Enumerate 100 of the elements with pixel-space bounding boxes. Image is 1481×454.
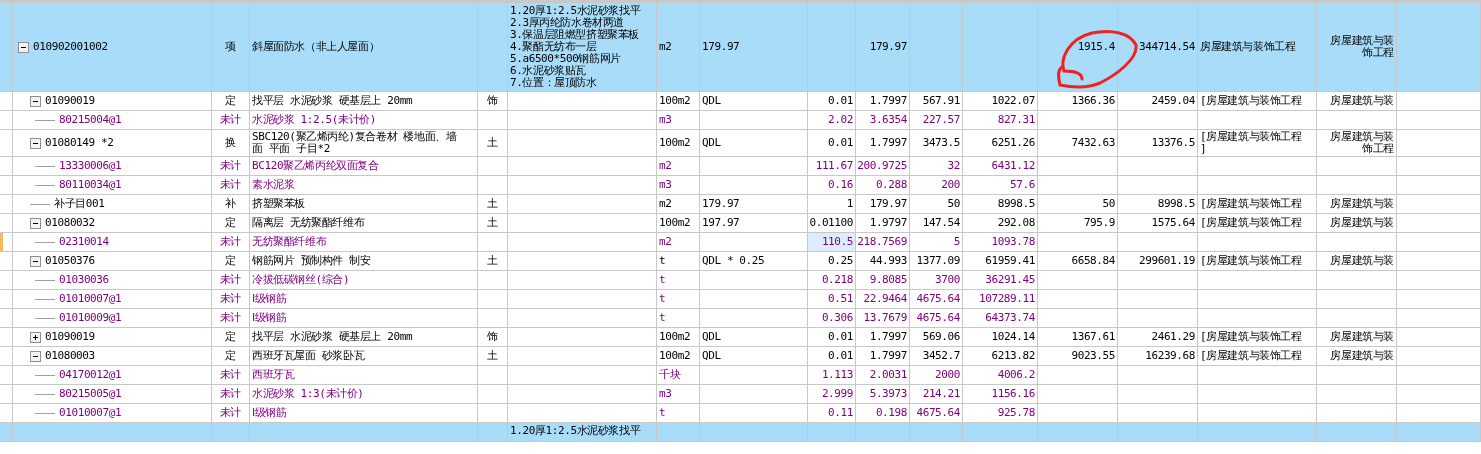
unit-price: 3700: [935, 274, 960, 286]
unit-price: 50: [947, 198, 960, 210]
specialty: 土: [487, 198, 498, 210]
item-type: 定: [225, 331, 236, 343]
quantity-value: 1.9797: [869, 217, 907, 229]
total-price: 8998.5: [997, 198, 1035, 210]
quantity-expression: 179.97: [702, 41, 740, 53]
total-price: 292.08: [997, 217, 1035, 229]
item-name: Ⅰ级钢筋: [252, 293, 287, 305]
composite-total: 1575.64: [1151, 217, 1195, 229]
quantity-value: 3.6354: [869, 114, 907, 126]
project-category: 房屋建筑与装: [1330, 198, 1394, 210]
composite-total: 2459.04: [1151, 95, 1195, 107]
project-category: 房屋建筑与装: [1330, 217, 1394, 229]
item-name: 挤塑聚苯板: [252, 198, 305, 210]
item-name: BC120聚乙烯丙纶双面复合: [252, 160, 379, 172]
project-category: [房屋建筑与装饰工程: [1200, 331, 1302, 343]
project-category: 房屋建筑与装饰工程: [1329, 35, 1394, 59]
item-type: 未计: [219, 407, 242, 419]
item-type: 未计: [219, 160, 242, 172]
specialty: 土: [487, 350, 498, 362]
item-code: 80215005@1: [59, 388, 122, 400]
total-price: 64373.74: [985, 312, 1035, 324]
quantity-value: 179.97: [869, 198, 907, 210]
unit: m3: [659, 388, 672, 400]
item-code: 13330006@1: [59, 160, 122, 172]
specialty: 土: [487, 255, 498, 267]
unit: t: [659, 255, 666, 267]
unit-price: 147.54: [922, 217, 960, 229]
project-category: [房屋建筑与装饰工程: [1200, 350, 1302, 362]
composite-total: 2461.29: [1151, 331, 1195, 343]
unit-price: 227.57: [922, 114, 960, 126]
composite-price: 6658.84: [1071, 255, 1115, 267]
item-type: 未计: [219, 179, 242, 191]
minus-box-icon[interactable]: [30, 137, 41, 149]
project-category: 房屋建筑与装饰工程: [1200, 41, 1296, 53]
minus-box-icon[interactable]: [30, 255, 41, 267]
item-name: 找平层 水泥砂浆 硬基层上 20mm: [252, 95, 413, 107]
feature-description: 1.20厚1:2.5水泥砂浆找平: [510, 425, 641, 437]
unit: m2: [659, 198, 672, 210]
unit: m2: [659, 236, 672, 248]
item-code: 01090019: [45, 331, 95, 343]
item-type: 未计: [219, 114, 242, 126]
composite-total: 8998.5: [1157, 198, 1195, 210]
minus-box-icon[interactable]: [30, 217, 41, 229]
item-type: 定: [225, 350, 236, 362]
quantity-value: 1.7997: [869, 350, 907, 362]
item-name: 水泥砂浆 1:3(未计价): [252, 388, 364, 400]
project-category: [房屋建筑与装饰工程 ]: [1200, 131, 1302, 155]
item-name: Ⅰ级钢筋: [252, 312, 287, 324]
quantity-value: 0.198: [875, 407, 907, 419]
item-type: 定: [225, 217, 236, 229]
project-category: 房屋建筑与装: [1330, 350, 1394, 362]
composite-total: 299601.19: [1139, 255, 1195, 267]
project-category: 房屋建筑与装: [1330, 255, 1394, 267]
item-code: 01080003: [45, 350, 95, 362]
total-price: 925.78: [997, 407, 1035, 419]
specialty: 饰: [487, 331, 498, 343]
unit-price: 4675.64: [916, 293, 960, 305]
unit: t: [659, 312, 666, 324]
unit-price: 4675.64: [916, 407, 960, 419]
minus-box-icon[interactable]: [18, 41, 29, 53]
unit: 100m2: [659, 331, 691, 343]
content-value: 2.02: [828, 114, 853, 126]
quantity-value: 9.8085: [869, 274, 907, 286]
item-name: 西班牙瓦: [252, 369, 295, 381]
plus-box-icon[interactable]: [30, 331, 41, 343]
content-value: 0.51: [828, 293, 853, 305]
quantity-expression: QDL: [702, 137, 721, 149]
minus-box-icon[interactable]: [30, 350, 41, 362]
item-name: SBC120(聚乙烯丙纶)复合卷材 楼地面、墙面 平面 子目*2: [252, 131, 458, 155]
content-value: 0.01: [828, 350, 853, 362]
unit-price: 569.06: [922, 331, 960, 343]
content-value: 0.218: [821, 274, 853, 286]
composite-price: 9023.55: [1071, 350, 1115, 362]
content-value: 1.113: [821, 369, 853, 381]
total-price: 827.31: [997, 114, 1035, 126]
project-category: 房屋建筑与装: [1330, 95, 1394, 107]
minus-box-icon[interactable]: [30, 95, 41, 107]
unit: t: [659, 407, 666, 419]
item-code: 02310014: [59, 236, 109, 248]
content-value: 1: [846, 198, 853, 210]
content-value: 0.01100: [809, 217, 853, 229]
composite-price: 50: [1102, 198, 1115, 210]
quantity-value: 1.7997: [869, 137, 907, 149]
item-name: 找平层 水泥砂浆 硬基层上 20mm: [252, 331, 413, 343]
quantity-expression: QDL: [702, 331, 721, 343]
quantity-value: 2.0031: [869, 369, 907, 381]
item-type: 补: [225, 198, 236, 210]
item-type: 未计: [219, 293, 242, 305]
unit: m2: [659, 41, 672, 53]
content-value: 0.25: [828, 255, 853, 267]
quantity-expression: QDL * 0.25: [702, 255, 765, 267]
unit-price: 5: [953, 236, 960, 248]
item-code: 01080032: [45, 217, 95, 229]
unit-price: 567.91: [922, 95, 960, 107]
unit-price: 1377.09: [916, 255, 960, 267]
composite-total: 16239.68: [1145, 350, 1195, 362]
item-code: 01080149 *2: [45, 137, 114, 149]
unit-price: 32: [947, 160, 960, 172]
